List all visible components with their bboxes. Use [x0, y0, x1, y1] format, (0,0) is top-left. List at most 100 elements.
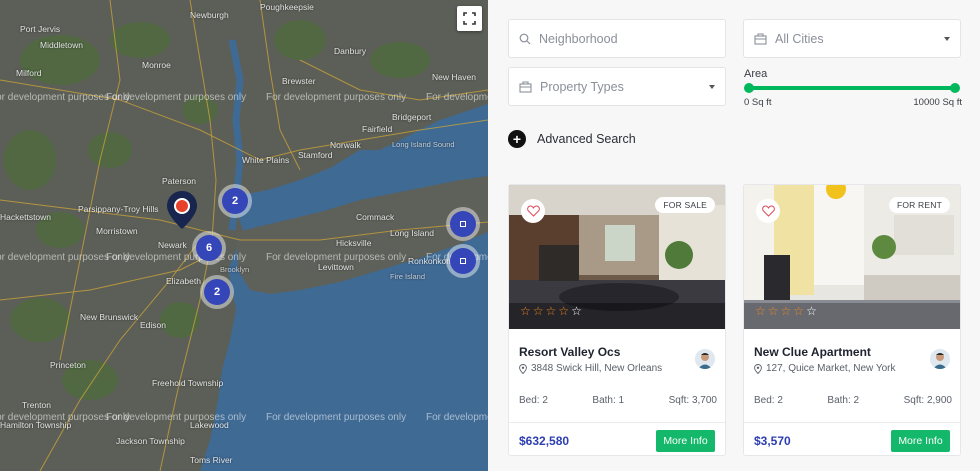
- cluster-count: 2: [222, 188, 248, 214]
- map-city-label: Morristown: [96, 226, 138, 236]
- agent-avatar[interactable]: [695, 349, 715, 369]
- sqft-value: Sqft: 2,900: [903, 395, 952, 406]
- map-city-label: Poughkeepsie: [260, 2, 314, 12]
- map-city-label: Freehold Township: [152, 378, 224, 388]
- cluster-count: 6: [196, 235, 222, 261]
- plus-icon: +: [508, 130, 526, 148]
- map-city-label: New Brunswick: [80, 312, 139, 322]
- building-icon: [754, 32, 767, 45]
- star-icon: ☆: [520, 304, 531, 318]
- map-watermark: For development purposes only: [426, 412, 488, 423]
- map-watermark: For development purposes only: [106, 252, 247, 263]
- listing-price: $3,570: [754, 434, 791, 448]
- chevron-down-icon: [944, 37, 950, 41]
- map-city-label: Jackson Township: [116, 436, 185, 446]
- bath-count: Bath: 1: [592, 395, 625, 406]
- listing-photo[interactable]: FOR SALE ☆ ☆ ☆ ☆ ☆: [509, 185, 725, 329]
- more-info-button[interactable]: More Info: [891, 430, 950, 452]
- chevron-down-icon: [709, 85, 715, 89]
- heart-icon: [526, 205, 540, 217]
- map-city-label: Fairfield: [362, 124, 393, 134]
- location-icon: [519, 363, 527, 374]
- map-city-label: Hamilton Township: [0, 420, 72, 430]
- star-icon: ☆: [780, 304, 792, 318]
- map-city-label: Toms River: [190, 455, 233, 465]
- fullscreen-icon: [463, 12, 476, 25]
- map-cluster[interactable]: 2: [218, 184, 252, 218]
- card-divider: [509, 422, 725, 423]
- area-max-value: 10000 Sq ft: [913, 97, 962, 108]
- advanced-search-label: Advanced Search: [537, 132, 636, 146]
- rating-stars: ☆ ☆ ☆ ☆ ☆: [755, 305, 817, 317]
- map-city-label: Bridgeport: [392, 112, 432, 122]
- heart-icon: [761, 205, 775, 217]
- listing-photo[interactable]: FOR RENT ☆ ☆ ☆ ☆ ☆: [744, 185, 960, 329]
- star-icon: ☆: [755, 304, 766, 318]
- map-city-label: Newark: [158, 240, 187, 250]
- map-cluster[interactable]: [446, 244, 480, 278]
- map-cluster[interactable]: 2: [200, 275, 234, 309]
- advanced-search-toggle[interactable]: + Advanced Search: [508, 130, 636, 148]
- listing-address: 127, Quice Market, New York: [754, 363, 896, 374]
- map-city-label: Edison: [140, 320, 166, 330]
- agent-avatar[interactable]: [930, 349, 950, 369]
- more-info-button[interactable]: More Info: [656, 430, 715, 452]
- location-icon: [754, 363, 762, 374]
- map-city-label: White Plains: [242, 155, 290, 165]
- status-badge: FOR RENT: [888, 197, 950, 213]
- sqft-value: Sqft: 3,700: [668, 395, 717, 406]
- location-pin-icon: [167, 191, 197, 229]
- listing-card[interactable]: FOR RENT ☆ ☆ ☆ ☆ ☆ New Clue Apartment 12…: [743, 184, 961, 456]
- fullscreen-button[interactable]: [457, 6, 482, 31]
- map-pin-marker[interactable]: [166, 190, 198, 235]
- map-city-label: Newburgh: [190, 10, 229, 20]
- listing-address-text: 3848 Swick Hill, New Orleans: [531, 363, 663, 374]
- map-watermark: For development purposes only: [266, 92, 407, 103]
- neighborhood-search-field[interactable]: Neighborhood: [508, 19, 726, 58]
- card-divider: [744, 422, 960, 423]
- area-min-value: 0 Sq ft: [744, 97, 772, 108]
- map-city-label: Hackettstown: [0, 212, 52, 222]
- bed-count: Bed: 2: [754, 395, 783, 406]
- area-range-slider[interactable]: [744, 83, 960, 93]
- map-city-label: Commack: [356, 212, 395, 222]
- bed-count: Bed: 2: [519, 395, 548, 406]
- property-types-select[interactable]: Property Types: [508, 67, 726, 106]
- neighborhood-placeholder: Neighborhood: [539, 31, 618, 46]
- favorite-button[interactable]: [521, 199, 545, 223]
- map-cluster[interactable]: [446, 207, 480, 241]
- listing-specs: Bed: 2 Bath: 1 Sqft: 3,700: [519, 395, 717, 406]
- map-city-label: Paterson: [162, 176, 197, 186]
- listing-address: 3848 Swick Hill, New Orleans: [519, 363, 662, 374]
- star-icon: ☆: [767, 304, 779, 318]
- bath-count: Bath: 2: [827, 395, 860, 406]
- listing-card[interactable]: FOR SALE ☆ ☆ ☆ ☆ ☆ Resort Valley Ocs 384…: [508, 184, 726, 456]
- map-watermark: For development purposes only: [426, 92, 488, 103]
- favorite-button[interactable]: [756, 199, 780, 223]
- map-city-label: Elizabeth: [166, 276, 201, 286]
- cluster-marker-icon: [450, 211, 476, 237]
- map-city-label: Danbury: [334, 46, 367, 56]
- map-watermark: For development purposes only: [266, 412, 407, 423]
- rating-stars: ☆ ☆ ☆ ☆ ☆: [520, 305, 582, 317]
- property-types-value: Property Types: [540, 79, 624, 94]
- map-cluster[interactable]: 6: [192, 231, 226, 265]
- star-icon: ☆: [806, 304, 817, 318]
- map[interactable]: For development purposes only For develo…: [0, 0, 488, 471]
- map-city-label: Long Island Sound: [392, 140, 455, 149]
- star-icon: ☆: [793, 304, 805, 318]
- map-city-label: Long Island: [390, 228, 434, 238]
- slider-max-handle[interactable]: [950, 83, 960, 93]
- map-city-label: Hicksville: [336, 238, 372, 248]
- map-city-label: Trenton: [22, 400, 51, 410]
- map-city-label: New Haven: [432, 72, 476, 82]
- listing-address-text: 127, Quice Market, New York: [766, 363, 896, 374]
- slider-min-handle[interactable]: [744, 83, 754, 93]
- cluster-marker-icon: [450, 248, 476, 274]
- cities-select[interactable]: All Cities: [743, 19, 961, 58]
- map-city-label: Stamford: [298, 150, 333, 160]
- star-icon: ☆: [545, 304, 557, 318]
- listing-title[interactable]: Resort Valley Ocs: [519, 345, 620, 359]
- listing-title[interactable]: New Clue Apartment: [754, 345, 871, 359]
- map-city-label: Middletown: [40, 40, 83, 50]
